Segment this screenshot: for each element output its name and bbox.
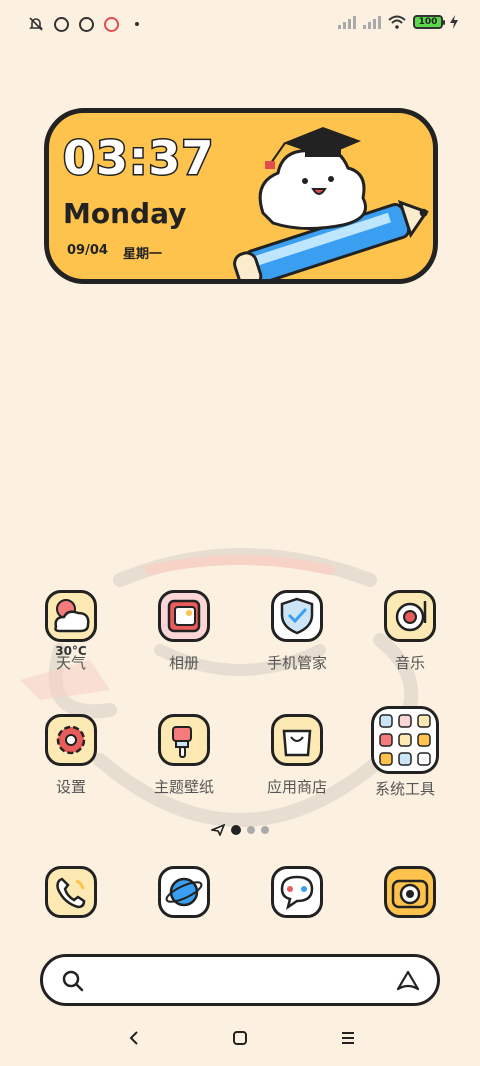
app-label: 设置 [55,778,86,796]
weather-temp: 30°C [55,644,87,658]
dog-on-pencil-illustration [233,127,429,279]
dot-icon [135,22,139,26]
app-settings[interactable]: 设置 [16,714,126,797]
dock-browser[interactable] [129,866,239,918]
navigation-bar [0,1010,480,1066]
page-dot [247,826,255,834]
search-icon[interactable] [61,969,85,993]
app-security[interactable]: 手机管家 [242,590,352,673]
wifi-icon [388,15,406,29]
home-icon [233,1031,247,1045]
app-label: 手机管家 [266,654,327,672]
menu-button[interactable] [336,1026,360,1050]
back-icon [129,1031,138,1045]
app-store-icon [271,714,323,766]
weather-icon [45,590,97,642]
widget-day: Monday [63,197,187,230]
themes-icon [158,714,210,766]
browser-icon [158,866,210,918]
app-themes[interactable]: 主题壁纸 [129,714,239,797]
page-dot-active [231,825,241,835]
app-gallery[interactable]: 相册 [129,590,239,673]
dock-messages[interactable] [242,866,352,918]
app-music[interactable]: 音乐 [355,590,465,673]
signal-icon [363,15,381,29]
status-bar: 100 [0,0,480,50]
clock-widget[interactable]: 03:37 Monday 09/04 星期一 [44,108,438,284]
dock-camera[interactable] [355,866,465,918]
widget-time: 03:37 [61,130,215,187]
app-notification-icon [54,16,69,32]
app-store[interactable]: 应用商店 [242,714,352,797]
app-label: 相册 [168,654,199,672]
search-bar[interactable] [40,954,440,1006]
back-button[interactable] [122,1026,146,1050]
page-indicator[interactable] [0,824,480,836]
app-label: 应用商店 [266,778,327,796]
widget-weekday: 星期一 [123,247,163,262]
folder-icon [371,706,439,774]
app-label: 音乐 [394,654,425,672]
gallery-icon [158,590,210,642]
widget-date: 09/04 [67,243,108,258]
dock-phone[interactable] [16,866,126,918]
camera-icon [384,866,436,918]
security-icon [271,590,323,642]
app-folder-system-tools[interactable]: 系统工具 [350,706,460,799]
messages-icon [271,866,323,918]
menu-icon [342,1032,354,1044]
battery-icon: 100 [413,15,445,29]
signal-icon [338,15,356,29]
app-label: 主题壁纸 [153,778,214,796]
app-label: 系统工具 [374,780,435,798]
phone-icon [45,866,97,918]
page-dot [261,826,269,834]
music-icon [384,590,436,642]
app-notification-icon [104,16,119,32]
bell-off-icon [29,17,43,31]
charging-icon [450,15,458,29]
app-weather[interactable]: 30°C 天气 [16,590,126,673]
settings-icon [45,714,97,766]
app-notification-icon [79,16,94,32]
home-button[interactable] [228,1026,252,1050]
send-icon [211,824,225,836]
assistant-icon[interactable] [395,969,421,993]
